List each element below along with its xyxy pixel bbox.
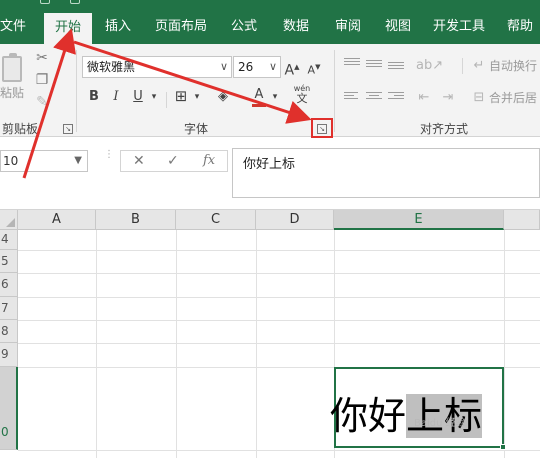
align-right-icon[interactable] [388,92,404,104]
formula-controls: ✕ ✓ fx [120,150,228,172]
name-box-value: 10 [3,154,19,168]
tab-view[interactable]: 视图 [376,10,420,44]
row-header[interactable]: 7 [0,297,18,320]
font-name-value: 微软雅黑 [87,60,136,74]
align-left-icon[interactable] [344,92,360,104]
increase-indent-icon[interactable]: ⇥ [438,88,458,108]
row-header[interactable]: 8 [0,320,18,343]
row-header[interactable]: 5 [0,250,18,273]
phonetic-button[interactable]: wén 文 [292,84,312,104]
tab-data[interactable]: 数据 [274,10,318,44]
formula-bar: 10 ▼ ⋮ ✕ ✓ fx 你好上标 [0,138,540,210]
cut-icon[interactable]: ✂ [34,50,50,66]
copy-icon[interactable]: ❐ [34,72,50,88]
name-box[interactable]: 10 ▼ [0,150,88,172]
row-header[interactable]: 0 [0,367,18,450]
worksheet-grid[interactable]: A B C D E 4 5 6 7 8 9 0 你好上标 Baidu 经验 [0,210,540,458]
borders-icon[interactable]: ⊞ [172,86,190,106]
quick-access-icon[interactable] [70,0,80,4]
divider [166,92,167,108]
ribbon-tab-bar: 文件 开始 插入 页面布局 公式 数据 审阅 视图 开发工具 帮助 [0,10,540,44]
bold-button[interactable]: B [86,87,102,107]
paste-icon [2,53,22,82]
group-label-font: 字体 [184,122,209,136]
font-size-value: 26 [238,60,254,74]
column-header-d[interactable]: D [256,210,334,230]
font-name-dropdown[interactable]: 微软雅黑 ∨ [82,56,232,78]
row-header[interactable]: 9 [0,343,18,367]
clipboard-launcher-icon[interactable]: ↘ [63,124,73,134]
font-size-dropdown[interactable]: 26 ∨ [233,56,281,78]
column-header-c[interactable]: C [176,210,256,230]
orientation-icon[interactable]: ab↗ [416,56,443,76]
column-header-b[interactable]: B [96,210,176,230]
title-bar [0,0,540,10]
italic-button[interactable]: I [108,87,124,107]
chevron-down-icon: ∨ [268,60,277,73]
align-center-icon[interactable] [366,92,382,104]
ribbon-home: 粘贴 ✂ ❐ ✎ 剪贴板 ↘ 微软雅黑 ∨ 26 ∨ A▲ A▼ B I U ▾… [0,44,540,137]
formula-bar-grip[interactable]: ⋮ [104,150,114,170]
grow-font-icon: A [284,62,295,79]
cell-content: 你好上标 [330,385,482,440]
select-all-button[interactable] [0,210,18,230]
borders-dropdown-icon[interactable]: ▾ [192,87,202,107]
tab-file[interactable]: 文件 [0,10,26,44]
tab-review[interactable]: 审阅 [326,10,370,44]
align-bottom-icon[interactable] [388,62,404,74]
font-color-button[interactable]: A [252,87,266,107]
underline-dropdown-icon[interactable]: ▾ [148,87,160,107]
group-label-alignment: 对齐方式 [420,122,469,136]
tab-insert[interactable]: 插入 [96,10,140,44]
fill-handle[interactable] [500,444,506,450]
highlight-box-font-launcher [311,118,333,138]
paste-button[interactable] [0,50,26,88]
cancel-icon[interactable]: ✕ [133,151,145,171]
fill-color-icon[interactable]: ◈ [214,87,232,107]
wrap-text-icon[interactable]: ↵ [470,56,488,76]
tab-formulas[interactable]: 公式 [222,10,266,44]
tab-developer[interactable]: 开发工具 [426,10,492,44]
quick-access-icon[interactable] [40,0,50,4]
align-middle-icon[interactable] [366,60,382,72]
wrap-text-button[interactable]: 自动换行 [489,56,540,76]
cell-text-plain: 你好 [329,394,406,438]
font-color-dropdown-icon[interactable]: ▾ [270,87,280,107]
column-header-e[interactable]: E [334,210,504,230]
enter-icon[interactable]: ✓ [167,151,179,171]
decrease-indent-icon[interactable]: ⇤ [414,88,434,108]
formula-input[interactable]: 你好上标 [232,148,540,198]
column-header-a[interactable]: A [18,210,96,230]
group-separator [334,50,335,132]
paste-label: 粘贴 [0,86,25,100]
format-painter-icon[interactable]: ✎ [34,94,50,110]
tab-home[interactable]: 开始 [44,13,92,44]
shrink-font-button[interactable]: A▼ [306,57,322,77]
tab-page-layout[interactable]: 页面布局 [148,10,214,44]
row-header[interactable]: 6 [0,273,18,297]
watermark: Baidu 经验 [414,418,466,429]
divider [462,58,463,74]
chevron-down-icon: ∨ [219,60,228,73]
insert-function-icon[interactable]: fx [203,151,215,171]
group-label-clipboard: 剪贴板 [2,122,39,136]
align-top-icon[interactable] [344,58,360,70]
row-header[interactable]: 4 [0,230,18,250]
column-header-f[interactable] [504,210,540,230]
grow-font-button[interactable]: A▲ [284,57,300,79]
shrink-font-icon: A [307,63,316,77]
active-cell-e10[interactable]: 你好上标 [330,367,506,450]
group-separator [76,50,77,132]
chevron-down-icon: ▼ [74,155,82,166]
tab-help[interactable]: 帮助 [500,10,540,44]
merge-center-button[interactable]: 合并后居 [489,88,540,108]
merge-center-icon[interactable]: ⊟ [470,88,488,108]
underline-button[interactable]: U [130,87,146,107]
